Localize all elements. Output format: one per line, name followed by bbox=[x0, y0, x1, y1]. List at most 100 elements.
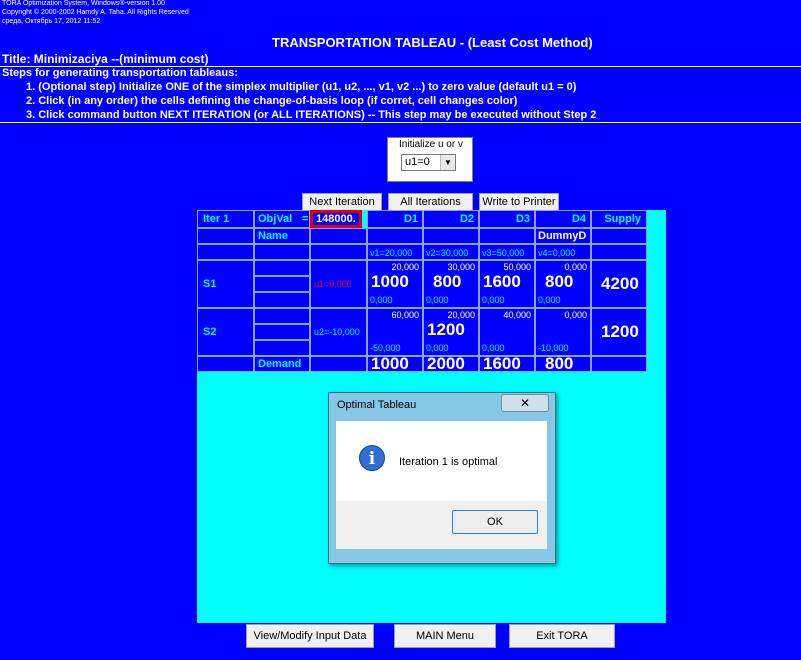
allocation-value: 800 bbox=[545, 272, 574, 291]
allocation-cell-s2-d1[interactable]: 60,000 -50,000 bbox=[367, 308, 423, 356]
dummy-cell: DummyD bbox=[535, 228, 591, 244]
iter-cell: Iter 1 bbox=[197, 210, 254, 228]
blank-cell bbox=[197, 244, 254, 260]
allocation-cell-s1-d4[interactable]: 0,000 800 0,000 bbox=[535, 260, 591, 308]
blank-cell bbox=[254, 340, 310, 356]
demand-value: 2000 bbox=[427, 356, 465, 372]
blank-cell bbox=[254, 308, 310, 324]
demand-value: 1000 bbox=[371, 356, 409, 372]
allocation-cell-s2-d3[interactable]: 40,000 0,000 bbox=[479, 308, 535, 356]
cost-value: 60,000 bbox=[391, 310, 419, 320]
objval-label-cell: ObjVal = bbox=[254, 210, 310, 228]
col-header-d2: D2 bbox=[423, 210, 479, 228]
v-cell: v3=50,000 bbox=[479, 244, 535, 260]
demand-d1: 1000 bbox=[367, 356, 423, 372]
optimal-dialog: Optimal Tableau ✕ i Iteration 1 is optim… bbox=[328, 392, 556, 564]
demand-d3: 1600 bbox=[479, 356, 535, 372]
copyright-line: Copyright © 2000-2002 Hamdy A. Taha. All… bbox=[2, 9, 189, 16]
row-name-s2: S2 bbox=[197, 308, 254, 356]
dialog-footer: OK bbox=[336, 501, 547, 549]
blank-cell bbox=[423, 228, 479, 244]
blank-cell bbox=[591, 228, 647, 244]
write-to-printer-button[interactable]: Write to Printer bbox=[479, 193, 559, 211]
supply-header: Supply bbox=[591, 210, 647, 228]
view-modify-input-button[interactable]: View/Modify Input Data bbox=[246, 624, 374, 648]
allocation-value: 1200 bbox=[427, 320, 465, 339]
initialize-value: u1=0 bbox=[405, 156, 430, 168]
blank-cell bbox=[254, 292, 310, 308]
col-label-d1: D1 bbox=[403, 213, 418, 225]
u-value-s1: u1=0,000 bbox=[314, 279, 352, 289]
v-cell: v4=0,000 bbox=[535, 244, 591, 260]
initialize-group: Initialize u or v u1=0 ▼ bbox=[387, 137, 473, 182]
cost-value: 50,000 bbox=[503, 262, 531, 272]
dialog-title: Optimal Tableau bbox=[337, 399, 417, 411]
blank-cell bbox=[591, 244, 647, 260]
cost-value: 0,000 bbox=[564, 310, 587, 320]
demand-d2: 2000 bbox=[423, 356, 479, 372]
blank-cell bbox=[254, 324, 310, 340]
blank-cell bbox=[310, 228, 367, 244]
row-label-s1: S1 bbox=[203, 278, 217, 290]
allocation-cell-s2-d4[interactable]: 0,000 -10,000 bbox=[535, 308, 591, 356]
v-cell: v2=30,000 bbox=[423, 244, 479, 260]
date-line: среда, Октябрь 17, 2012 11:52 bbox=[2, 18, 101, 25]
allocation-value: 1000 bbox=[371, 272, 409, 291]
blank-cell bbox=[254, 244, 310, 260]
u-value-s2: u2=-10,000 bbox=[314, 327, 360, 337]
col-header-d1: D1 bbox=[367, 210, 423, 228]
exit-tora-button[interactable]: Exit TORA bbox=[509, 624, 615, 648]
next-iteration-button[interactable]: Next Iteration bbox=[302, 193, 382, 211]
supply-cell-s2: 1200 bbox=[591, 308, 647, 356]
reduced-cost: 0,000 bbox=[426, 343, 449, 353]
allocation-value: 800 bbox=[433, 272, 462, 291]
cost-value: 20,000 bbox=[391, 262, 419, 272]
allocation-cell-s1-d1[interactable]: 20,000 1000 0,000 bbox=[367, 260, 423, 308]
blank-cell bbox=[197, 228, 254, 244]
name-label: Name bbox=[258, 230, 288, 242]
problem-title: Title: Minimizaciya --(minimum cost) bbox=[2, 52, 209, 66]
name-cell: Name bbox=[254, 228, 310, 244]
main-menu-button[interactable]: MAIN Menu bbox=[394, 624, 496, 648]
v-value: v4=0,000 bbox=[538, 248, 576, 258]
v-value: v2=30,000 bbox=[426, 248, 469, 258]
blank-cell bbox=[254, 260, 310, 276]
all-iterations-button[interactable]: All Iterations bbox=[388, 193, 473, 211]
reduced-cost: -10,000 bbox=[538, 343, 569, 353]
objval-label: ObjVal bbox=[258, 213, 293, 225]
close-icon[interactable]: ✕ bbox=[501, 394, 549, 412]
supply-label: Supply bbox=[604, 213, 641, 225]
cost-value: 20,000 bbox=[447, 310, 475, 320]
allocation-value: 1600 bbox=[483, 272, 521, 291]
cost-value: 0,000 bbox=[564, 262, 587, 272]
allocation-cell-s1-d2[interactable]: 30,000 800 0,000 bbox=[423, 260, 479, 308]
demand-label: Demand bbox=[258, 358, 302, 370]
col-header-d4: D4 bbox=[535, 210, 591, 228]
v-value: v3=50,000 bbox=[482, 248, 525, 258]
reduced-cost: 0,000 bbox=[482, 343, 505, 353]
step-1: 1. (Optional step) Initialize ONE of the… bbox=[26, 81, 577, 93]
reduced-cost: 0,000 bbox=[482, 295, 505, 305]
objval-value: 148000. bbox=[310, 210, 362, 228]
system-line: TORA Optimization System, Windows®-versi… bbox=[2, 0, 165, 7]
iter-label: Iter 1 bbox=[203, 213, 230, 225]
initialize-select[interactable]: u1=0 ▼ bbox=[401, 154, 456, 171]
row-name-s1: S1 bbox=[197, 260, 254, 308]
chevron-down-icon[interactable]: ▼ bbox=[440, 155, 455, 170]
u-cell-s2: u2=-10,000 bbox=[310, 308, 367, 356]
col-label-d3: D3 bbox=[515, 213, 530, 225]
info-icon: i bbox=[359, 445, 385, 471]
dialog-body: i Iteration 1 is optimal bbox=[336, 421, 547, 501]
allocation-cell-s2-d2[interactable]: 20,000 1200 0,000 bbox=[423, 308, 479, 356]
ok-button[interactable]: OK bbox=[452, 510, 538, 534]
dummy-label: DummyD bbox=[538, 230, 587, 242]
supply-cell-s1: 4200 bbox=[591, 260, 647, 308]
supply-value: 4200 bbox=[601, 274, 639, 293]
demand-value: 1600 bbox=[483, 356, 521, 372]
col-header-d3: D3 bbox=[479, 210, 535, 228]
allocation-cell-s1-d3[interactable]: 50,000 1600 0,000 bbox=[479, 260, 535, 308]
step-3: 3. Click command button NEXT ITERATION (… bbox=[26, 109, 597, 121]
page-title: TRANSPORTATION TABLEAU - (Least Cost Met… bbox=[272, 35, 593, 50]
v-cell: v1=20,000 bbox=[367, 244, 423, 260]
v-value: v1=20,000 bbox=[370, 248, 413, 258]
